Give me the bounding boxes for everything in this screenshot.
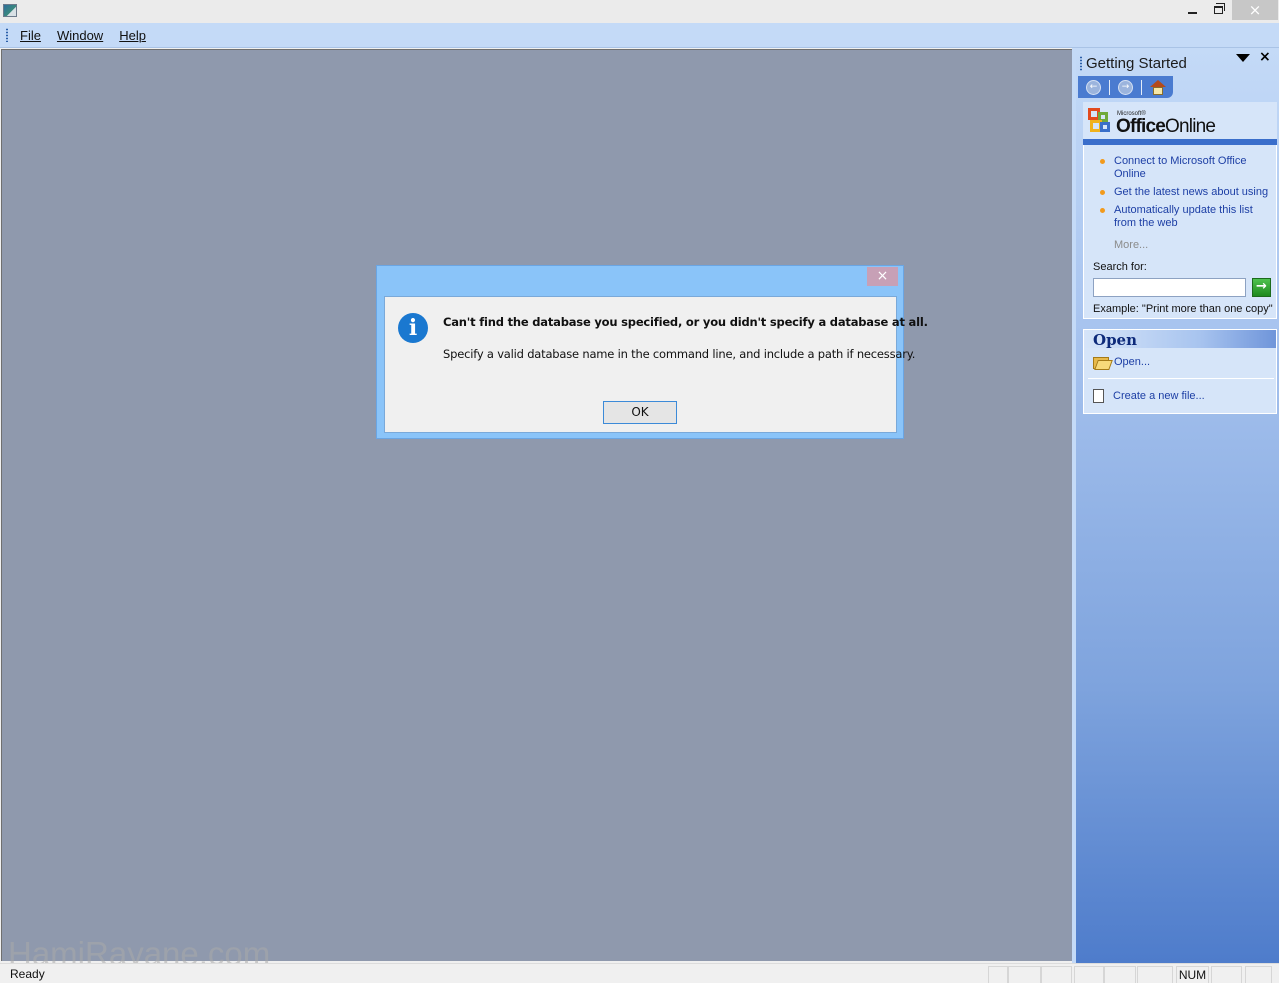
task-pane-grip[interactable] (1080, 55, 1082, 71)
num-lock-indicator: NUM (1176, 966, 1209, 983)
status-indicator (1137, 966, 1173, 983)
title-bar: × (0, 0, 1279, 23)
status-indicator (1074, 966, 1104, 983)
link-connect-office-online[interactable]: Connect to Microsoft Office Online (1096, 155, 1276, 181)
status-indicator (1211, 966, 1242, 983)
open-section-panel: Open... Create a new file... (1083, 348, 1277, 414)
mdi-workspace (1, 49, 1072, 961)
forward-arrow-icon[interactable]: → (1118, 79, 1133, 95)
task-pane-dropdown-icon[interactable] (1236, 54, 1250, 62)
menu-help[interactable]: Help (111, 28, 154, 43)
bullet-icon (1100, 159, 1105, 164)
more-link[interactable]: More... (1114, 239, 1148, 251)
folder-open-icon (1093, 356, 1109, 369)
bullet-icon (1100, 190, 1105, 195)
link-latest-news[interactable]: Get the latest news about using (1096, 186, 1276, 199)
home-icon[interactable] (1150, 79, 1166, 95)
dialog-close-button[interactable]: × (867, 267, 898, 286)
office-logo-icon (1088, 108, 1112, 134)
toolbar-separator (1141, 79, 1142, 95)
task-pane-close-button[interactable]: × (1259, 49, 1271, 65)
dialog-main-message: Can't find the database you specified, o… (443, 315, 928, 329)
open-section-title: Open (1093, 331, 1138, 349)
online-links-list: Connect to Microsoft Office Online Get t… (1096, 155, 1276, 235)
menu-bar: File Window Help (0, 23, 1279, 48)
search-input[interactable] (1093, 278, 1246, 297)
create-new-file-link[interactable]: Create a new file... (1093, 389, 1205, 403)
ok-button[interactable]: OK (603, 401, 677, 424)
error-dialog: × i Can't find the database you specifie… (376, 265, 928, 439)
status-indicator (1245, 966, 1272, 983)
search-label: Search for: (1093, 261, 1147, 273)
status-indicator (1104, 966, 1136, 983)
status-indicator (988, 966, 1008, 983)
open-section-header: Open (1083, 329, 1277, 349)
search-example: Example: "Print more than one copy" (1093, 303, 1273, 315)
restore-icon (1213, 3, 1225, 14)
close-button[interactable]: × (1232, 0, 1278, 20)
minimize-icon (1187, 12, 1197, 14)
menu-file[interactable]: File (17, 28, 49, 43)
status-text: Ready (10, 967, 45, 981)
app-icon[interactable] (3, 4, 17, 17)
bullet-icon (1100, 208, 1105, 213)
toolbar-separator (1109, 79, 1110, 95)
open-file-link[interactable]: Open... (1093, 356, 1150, 369)
status-indicator (1041, 966, 1072, 983)
task-pane-title: Getting Started (1086, 54, 1187, 72)
logo-brand-text: OfficeOnline (1116, 116, 1216, 137)
open-divider (1088, 378, 1274, 379)
dialog-sub-message: Specify a valid database name in the com… (443, 347, 916, 361)
link-auto-update[interactable]: Automatically update this list from the … (1096, 204, 1276, 230)
close-icon: × (876, 268, 889, 284)
search-go-button[interactable]: → (1252, 278, 1271, 297)
restore-button[interactable] (1206, 0, 1230, 20)
dialog-body: i Can't find the database you specified,… (384, 296, 928, 433)
minimize-button[interactable] (1180, 0, 1204, 20)
status-indicator (1008, 966, 1041, 983)
close-icon: × (1248, 1, 1262, 19)
status-bar: Ready NUM (0, 963, 1279, 983)
new-file-icon (1093, 389, 1104, 403)
back-arrow-icon[interactable]: ← (1086, 79, 1101, 95)
arrow-right-icon: → (1256, 279, 1267, 294)
menu-window[interactable]: Window (49, 28, 111, 43)
task-pane: Getting Started × ← → Microsoft® OfficeO… (1076, 48, 1279, 963)
office-online-panel: Connect to Microsoft Office Online Get t… (1083, 145, 1277, 319)
menu-grip-handle[interactable] (6, 28, 8, 42)
task-pane-toolbar: ← → (1078, 76, 1173, 98)
info-icon: i (398, 313, 428, 343)
